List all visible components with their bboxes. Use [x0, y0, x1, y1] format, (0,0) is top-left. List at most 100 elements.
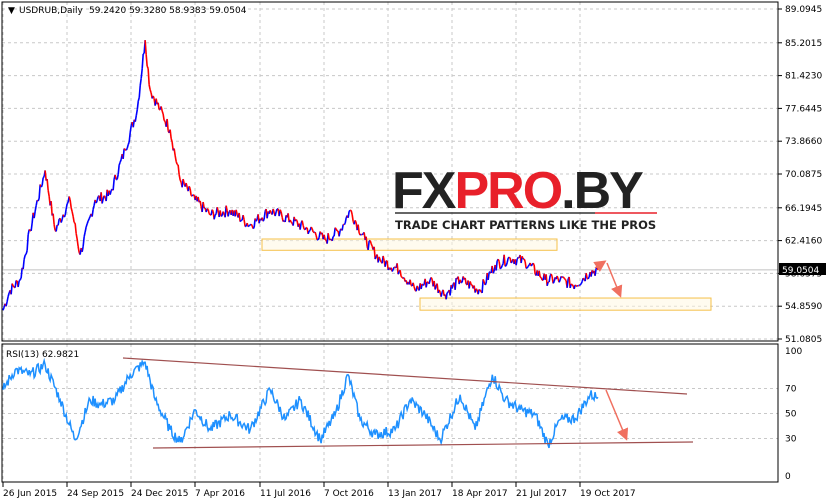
price-bar — [546, 281, 549, 287]
price-bar — [243, 219, 246, 227]
price-bar — [464, 277, 467, 285]
price-bar — [34, 205, 37, 212]
price-up-arrow — [593, 260, 607, 272]
price-bar — [315, 235, 318, 240]
price-bar — [505, 262, 508, 267]
price-bar — [101, 198, 104, 204]
price-bar — [219, 210, 222, 217]
price-bar — [119, 159, 122, 163]
price-bar — [18, 279, 21, 282]
price-bar — [370, 243, 373, 247]
price-bar — [332, 235, 335, 238]
price-bar — [57, 218, 60, 226]
price-bar — [487, 272, 490, 281]
price-bar — [125, 148, 128, 151]
price-bar — [378, 256, 381, 261]
price-bar — [413, 286, 416, 291]
price-bar — [30, 222, 33, 232]
price-bar — [188, 185, 191, 189]
price-tick-label: 62.4160 — [785, 237, 822, 247]
price-bar — [492, 270, 495, 274]
price-bar — [140, 68, 143, 79]
price-bar — [86, 220, 89, 225]
price-bar — [147, 68, 150, 85]
price-bar — [508, 256, 511, 259]
price-bar — [445, 292, 448, 300]
ohlc-values: 59.2420 59.3280 58.9383 59.0504 — [89, 6, 247, 16]
price-bar — [28, 228, 31, 231]
collapse-triangle-icon[interactable]: ▼ — [8, 6, 15, 16]
price-bar — [75, 233, 78, 240]
price-bar — [68, 196, 71, 201]
price-bar — [173, 148, 176, 156]
price-bar — [497, 258, 500, 262]
price-bar — [74, 223, 77, 234]
price-bar — [11, 283, 14, 287]
rsi-tick-label: 50 — [785, 410, 797, 420]
price-bar — [214, 213, 217, 216]
price-bar — [69, 199, 72, 208]
price-bar — [7, 292, 10, 297]
price-bar — [503, 254, 506, 267]
price-bar — [81, 246, 84, 252]
price-bar — [122, 148, 125, 159]
target-zone — [419, 297, 712, 311]
price-bar — [157, 102, 160, 110]
price-bar — [412, 282, 415, 287]
price-bar — [548, 275, 551, 283]
price-bar — [20, 267, 23, 279]
time-tick-label: 13 Jan 2017 — [388, 489, 442, 499]
price-bar — [501, 263, 504, 267]
price-bar — [149, 89, 152, 94]
price-bar — [42, 175, 45, 179]
price-bar — [399, 270, 402, 277]
price-bar — [161, 110, 164, 115]
price-bar — [350, 210, 353, 215]
time-tick-label: 21 Jul 2017 — [516, 489, 567, 499]
price-bar — [73, 221, 76, 224]
price-bar — [374, 256, 377, 260]
price-bar — [538, 270, 541, 278]
price-bar — [211, 209, 214, 212]
price-bar — [162, 113, 165, 121]
price-bar — [166, 118, 169, 131]
price-bar — [53, 224, 56, 231]
price-bar — [33, 211, 36, 219]
price-bar — [177, 164, 180, 175]
price-bar — [484, 282, 487, 286]
price-bar — [416, 285, 419, 289]
price-bar — [495, 261, 498, 271]
price-bar — [566, 278, 569, 288]
price-bar — [2, 307, 5, 311]
time-tick-label: 7 Oct 2016 — [324, 489, 374, 499]
price-bar — [526, 265, 529, 269]
price-bar — [207, 209, 210, 214]
price-bar — [235, 209, 238, 215]
price-bar — [71, 211, 74, 217]
time-tick-label: 18 Apr 2017 — [452, 489, 508, 499]
price-bar — [135, 109, 139, 116]
price-bar — [129, 125, 133, 133]
price-tick-label: 77.6445 — [785, 104, 822, 114]
price-bar — [397, 271, 400, 275]
price-bar — [354, 220, 357, 223]
price-bar — [384, 260, 387, 267]
price-bar — [527, 264, 530, 267]
price-bar — [323, 234, 326, 241]
price-bar — [347, 211, 350, 218]
price-bar — [14, 280, 17, 288]
price-bar — [454, 278, 457, 290]
price-bar — [176, 163, 179, 166]
price-bar — [126, 144, 129, 149]
price-bar — [373, 246, 376, 260]
price-bar — [96, 196, 99, 201]
price-bar — [103, 195, 106, 198]
price-bar — [24, 253, 27, 256]
price-bar — [564, 278, 567, 282]
price-bar — [348, 209, 351, 212]
price-bar — [556, 275, 559, 280]
price-tick-label: 81.4230 — [785, 72, 822, 82]
price-bar — [478, 288, 481, 291]
price-tick-label: 85.2015 — [785, 39, 822, 49]
resistance-zone — [261, 238, 558, 251]
